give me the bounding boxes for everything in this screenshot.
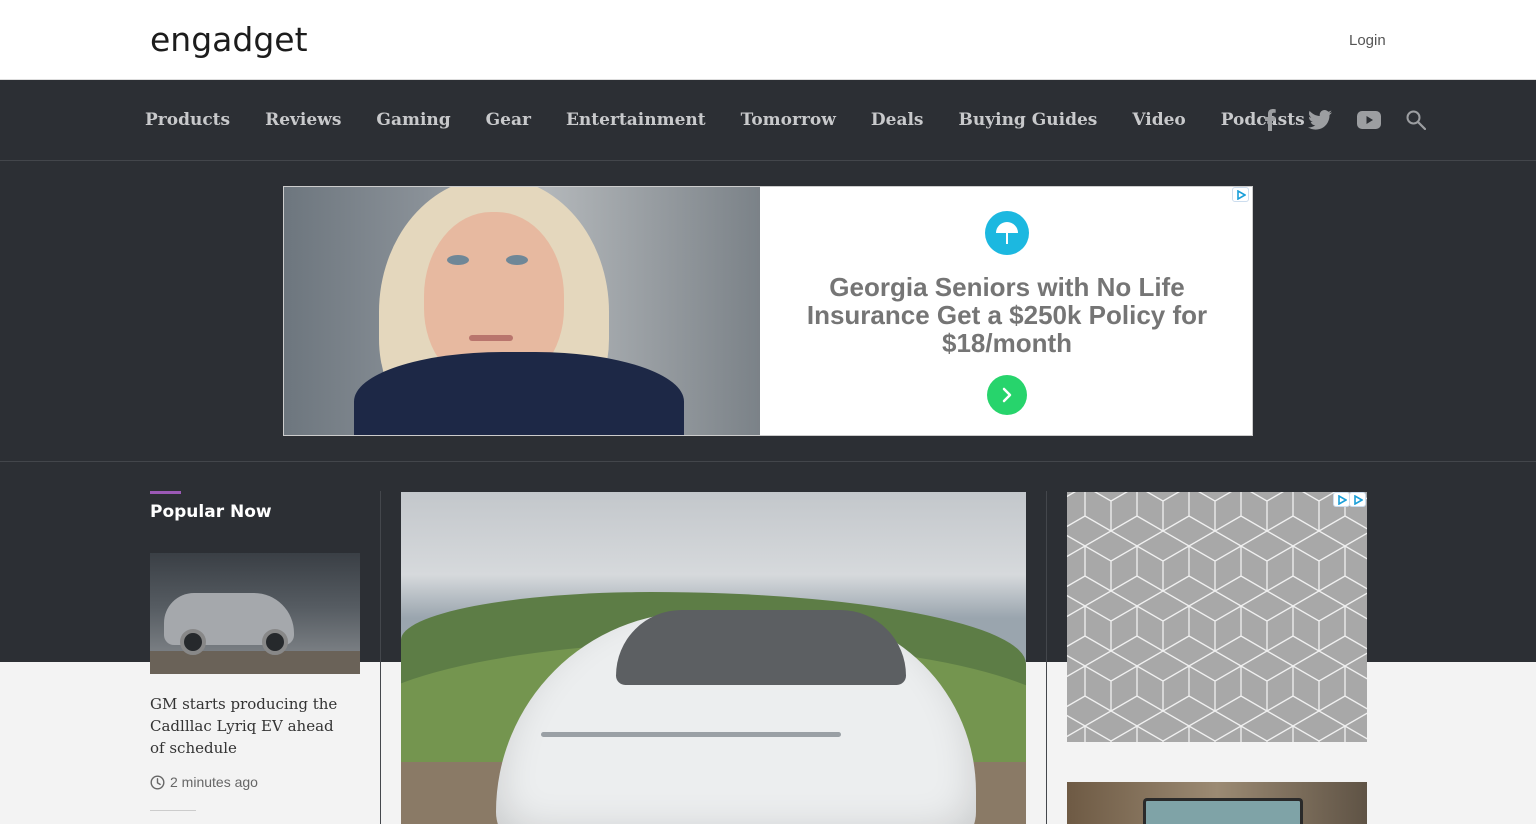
twitter-icon[interactable] — [1308, 80, 1332, 160]
nav-item-deals[interactable]: Deals — [871, 110, 924, 130]
nav-item-buying-guides[interactable]: Buying Guides — [959, 110, 1098, 130]
adchoices-icon[interactable] — [1349, 492, 1366, 507]
adchoices-icon[interactable] — [1232, 187, 1249, 202]
clock-icon — [150, 774, 165, 790]
nav-menu: Products Reviews Gaming Gear Entertainme… — [145, 80, 1340, 160]
nav-item-tomorrow[interactable]: Tomorrow — [741, 110, 836, 130]
engadget-logo[interactable]: engadget — [150, 22, 308, 58]
ad-play-icon[interactable] — [1333, 492, 1350, 507]
youtube-icon[interactable] — [1357, 80, 1381, 160]
nav-item-gaming[interactable]: Gaming — [376, 110, 450, 130]
umbrella-icon — [985, 211, 1029, 255]
main-nav: Products Reviews Gaming Gear Entertainme… — [0, 80, 1536, 161]
popular-article-title[interactable]: GM starts producing the Cadlllac Lyriq E… — [150, 693, 350, 759]
sidebar-ad[interactable] — [1067, 492, 1367, 742]
column-divider — [1046, 491, 1047, 824]
popular-now-heading: Popular Now — [150, 502, 272, 522]
popular-article-timestamp: 2 minutes ago — [150, 774, 258, 790]
login-link[interactable]: Login — [1349, 32, 1386, 49]
nav-item-entertainment[interactable]: Entertainment — [566, 110, 706, 130]
nav-item-video[interactable]: Video — [1132, 110, 1185, 130]
ad-copy: Georgia Seniors with No Life Insurance G… — [760, 187, 1252, 435]
search-icon[interactable] — [1406, 80, 1426, 160]
nav-item-gear[interactable]: Gear — [486, 110, 531, 130]
section-accent-bar — [150, 491, 181, 494]
list-divider — [150, 810, 196, 811]
hero-article-image[interactable] — [401, 492, 1026, 824]
nav-item-products[interactable]: Products — [145, 110, 230, 130]
site-header: engadget Login — [0, 0, 1536, 80]
sidebar-article-thumbnail[interactable] — [1067, 782, 1367, 824]
banner-ad[interactable]: Georgia Seniors with No Life Insurance G… — [283, 186, 1253, 436]
column-divider — [380, 491, 381, 824]
timestamp-text: 2 minutes ago — [170, 774, 258, 790]
ad-headline[interactable]: Georgia Seniors with No Life Insurance G… — [780, 273, 1234, 357]
hex-pattern — [1067, 492, 1367, 742]
nav-item-reviews[interactable]: Reviews — [265, 110, 341, 130]
ad-photo — [284, 187, 760, 435]
popular-article-thumbnail[interactable] — [150, 553, 360, 674]
ad-next-button[interactable] — [987, 375, 1027, 415]
facebook-icon[interactable] — [1262, 80, 1278, 160]
